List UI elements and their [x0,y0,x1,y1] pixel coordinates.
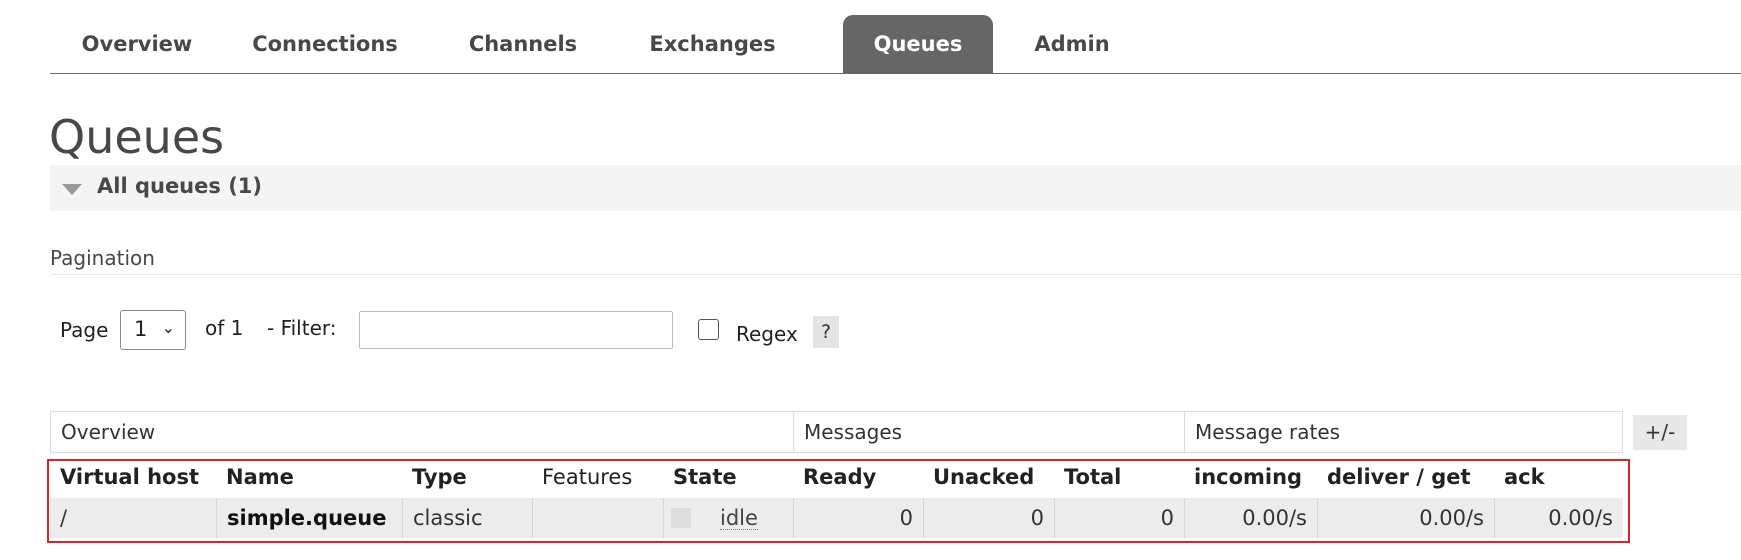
regex-label: Regex [736,322,798,346]
cell-incoming: 0.00/s [1184,498,1317,538]
tab-channels[interactable]: Channels [438,15,608,73]
column-header-features: Features [542,465,633,489]
column-header-type[interactable]: Type [402,456,467,498]
filter-input[interactable] [359,311,673,349]
tab-connections[interactable]: Connections [230,15,420,73]
group-header-overview: Overview [50,411,794,453]
triangle-down-icon [62,184,82,195]
cell-total: 0 [1054,498,1184,538]
page-select[interactable]: 1 ⌄ [120,310,186,350]
column-header-incoming[interactable]: incoming [1184,456,1302,498]
cell-deliver-get: 0.00/s [1317,498,1494,538]
column-header-virtual-host[interactable]: Virtual host [50,456,199,498]
cell-virtual-host: / [60,506,68,530]
pagination-divider [50,274,1741,275]
chevron-down-icon: ⌄ [161,318,175,337]
column-header-name[interactable]: Name [216,456,294,498]
group-header-message-rates: Message rates [1184,411,1623,453]
main-nav-tabs: Overview Connections Channels Exchanges … [50,15,1741,74]
cell-queue-name-link[interactable]: simple.queue [216,498,402,538]
cell-unacked: 0 [923,498,1054,538]
cell-type: classic [402,498,532,538]
cell-features [532,498,663,538]
page-count-label: of 1 [205,316,244,340]
regex-checkbox[interactable] [698,319,719,340]
regex-help-button[interactable]: ? [813,316,839,348]
all-queues-section-toggle[interactable]: All queues (1) [50,165,1741,211]
page-select-value: 1 [134,317,148,341]
cell-ack: 0.00/s [1494,498,1623,538]
column-header-state[interactable]: State [663,456,737,498]
tab-queues[interactable]: Queues [843,15,993,73]
state-indicator [671,508,691,528]
column-header-unacked[interactable]: Unacked [923,456,1034,498]
section-title: All queues (1) [97,174,262,198]
state-label: idle [720,498,758,530]
pagination-heading: Pagination [50,246,155,270]
column-header-ack[interactable]: ack [1494,456,1545,498]
column-header-deliver-get[interactable]: deliver / get [1317,456,1471,498]
filter-label: - Filter: [267,316,337,340]
toggle-columns-button[interactable]: +/- [1633,415,1687,450]
tab-exchanges[interactable]: Exchanges [625,15,800,73]
group-header-messages: Messages [793,411,1185,453]
page-label: Page [60,318,109,342]
column-header-total[interactable]: Total [1054,456,1121,498]
page-title: Queues [49,110,225,164]
column-header-ready[interactable]: Ready [793,456,876,498]
cell-ready: 0 [793,498,923,538]
tab-admin[interactable]: Admin [1012,15,1132,73]
tab-overview[interactable]: Overview [62,15,212,73]
